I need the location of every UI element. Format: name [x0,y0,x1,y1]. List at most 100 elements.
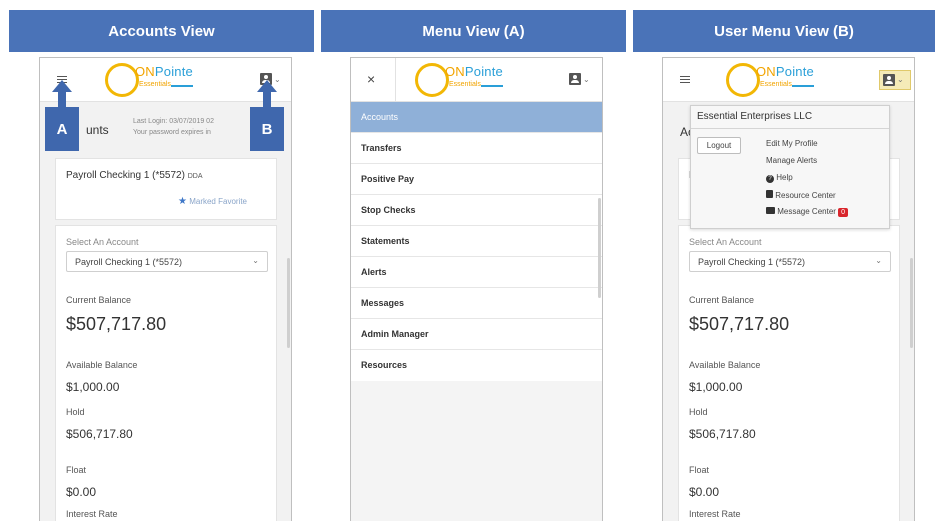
resource-center-link[interactable]: Resource Center [766,190,836,200]
top-bar: ONPointe Essentials ⌄ [663,58,914,102]
account-select[interactable]: Payroll Checking 1 (*5572) ⌄ [66,251,268,272]
message-center-link[interactable]: Message Center 0 [766,207,849,217]
header-menu-view-label: Menu View (A) [422,22,525,40]
account-name: Payroll Checking 1 (*5572) DDA [66,170,203,181]
resource-center-label: Resource Center [775,191,836,200]
user-menu-icon[interactable] [569,73,581,85]
account-summary-card[interactable]: Payroll Checking 1 (*5572) DDA ★ Marked … [55,158,277,220]
account-select-value: Payroll Checking 1 (*5572) [75,257,183,267]
favorite-indicator[interactable]: ★ Marked Favorite [178,196,247,207]
logo-pointe-text: Pointe [154,64,193,79]
header-accounts-view-label: Accounts View [108,22,215,40]
logo-essentials-text: Essentials [760,81,792,88]
scrollbar[interactable] [598,198,601,298]
help-icon: ? [766,175,774,183]
logo-essentials-text: Essentials [449,81,481,88]
edit-profile-link[interactable]: Edit My Profile [766,139,818,148]
select-account-label: Select An Account [689,237,762,247]
dropdown-divider [691,128,889,129]
float-label: Float [689,465,710,475]
account-select-value: Payroll Checking 1 (*5572) [698,257,806,267]
logo-underline [481,85,503,87]
callout-a-shaft [58,91,66,107]
favorite-label: Marked Favorite [189,197,247,206]
menu-item-stop-checks[interactable]: Stop Checks [351,195,602,226]
chevron-down-icon: ⌄ [897,75,904,84]
menu-item-resources[interactable]: Resources [351,350,602,381]
logo-ring-icon [105,63,139,97]
menu-item-accounts[interactable]: Accounts [351,102,602,133]
menu-item-messages[interactable]: Messages [351,288,602,319]
chevron-down-icon: ⌄ [875,256,882,265]
hold-value: $506,717.80 [66,427,133,441]
menu-item-admin-manager[interactable]: Admin Manager [351,319,602,350]
logo-underline [171,85,193,87]
account-name-text: Payroll Checking 1 (*5572) [66,170,185,181]
available-balance-label: Available Balance [66,360,138,370]
password-expires-text: Your password expires in [133,129,211,136]
message-count-badge: 0 [838,208,849,217]
header-user-menu-view: User Menu View (B) [633,10,935,52]
callout-b: B [250,107,284,151]
chevron-down-icon: ⌄ [252,256,259,265]
logo-on-text: ON [445,64,465,79]
select-account-label: Select An Account [66,237,139,247]
account-details-card: Select An Account Payroll Checking 1 (*5… [678,225,900,521]
user-menu-toggle[interactable]: ⌄ [879,70,911,90]
chevron-down-icon[interactable]: ⌄ [583,75,590,84]
logout-button[interactable]: Logout [697,137,741,154]
page-title: unts [86,123,109,137]
top-bar-divider [395,58,396,102]
close-icon[interactable]: × [367,71,375,87]
callout-a: A [45,107,79,151]
header-accounts-view: Accounts View [9,10,314,52]
header-menu-view: Menu View (A) [321,10,626,52]
menu-view-panel: × ONPointe Essentials ⌄ Accounts Transfe… [350,57,603,521]
current-balance-label: Current Balance [66,295,132,305]
menu-item-alerts[interactable]: Alerts [351,257,602,288]
hamburger-menu-icon[interactable] [680,76,690,83]
available-balance-label: Available Balance [689,360,761,370]
logout-label: Logout [706,141,732,150]
user-menu-view-panel: ONPointe Essentials ⌄ Ac P Select An Acc… [662,57,915,521]
current-balance-label: Current Balance [689,295,755,305]
side-menu: Accounts Transfers Positive Pay Stop Che… [351,102,602,382]
menu-item-statements[interactable]: Statements [351,226,602,257]
menu-item-transfers[interactable]: Transfers [351,133,602,164]
current-balance-value: $507,717.80 [66,314,167,334]
logo-ring-icon [415,63,449,97]
float-value: $0.00 [689,485,720,499]
logo-underline [792,85,814,87]
company-name: Essential Enterprises LLC [697,111,813,122]
account-type-text: DDA [187,173,203,180]
account-details-card: Select An Account Payroll Checking 1 (*5… [55,225,277,521]
hold-value: $506,717.80 [689,427,756,441]
hold-label: Hold [689,407,708,417]
top-bar: ONPointe Essentials ⌄ [40,58,291,102]
message-center-label: Message Center [777,207,836,216]
header-user-menu-view-label: User Menu View (B) [714,22,854,40]
star-icon: ★ [178,196,187,207]
hold-label: Hold [66,407,85,417]
scrollbar[interactable] [910,258,913,348]
user-menu-icon [883,74,895,86]
float-value: $0.00 [66,485,97,499]
float-label: Float [66,465,87,475]
menu-item-positive-pay[interactable]: Positive Pay [351,164,602,195]
help-link[interactable]: ? Help [766,173,793,183]
current-balance-value: $507,717.80 [689,314,790,334]
available-balance-value: $1,000.00 [66,380,120,394]
available-balance-value: $1,000.00 [689,380,743,394]
manage-alerts-link[interactable]: Manage Alerts [766,156,817,165]
top-bar: × ONPointe Essentials ⌄ [351,58,602,102]
help-label: Help [776,173,793,182]
scrollbar[interactable] [287,258,290,348]
logo-on-text: ON [756,64,776,79]
interest-rate-label: Interest Rate [66,509,118,519]
logo-pointe-text: Pointe [775,64,814,79]
envelope-icon [766,207,775,214]
account-select[interactable]: Payroll Checking 1 (*5572) ⌄ [689,251,891,272]
user-dropdown-menu: Essential Enterprises LLC Logout Edit My… [690,105,890,229]
accounts-view-panel: ONPointe Essentials ⌄ unts Last Login: 0… [39,57,292,521]
logo-ring-icon [726,63,760,97]
